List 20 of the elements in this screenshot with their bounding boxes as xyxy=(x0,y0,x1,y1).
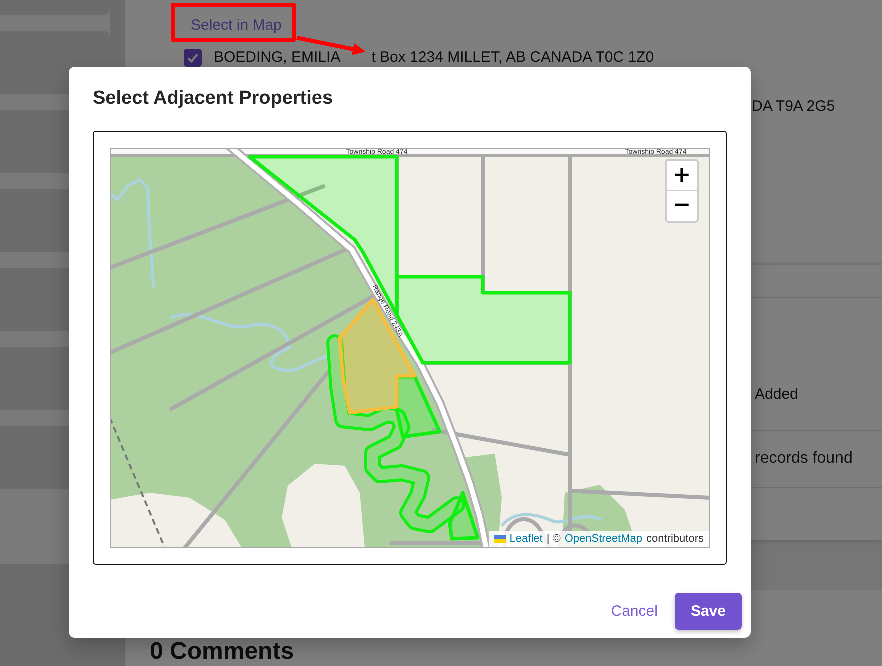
flag-icon xyxy=(494,535,506,543)
owner-address: t Box 1234 MILLET, AB CANADA T0C 1Z0 xyxy=(372,50,654,66)
owner-address: DA T9A 2G5 xyxy=(752,98,836,116)
save-button[interactable]: Save xyxy=(674,593,742,630)
parcel-outline[interactable] xyxy=(448,491,480,541)
attribution-text: contributors xyxy=(646,532,704,547)
attribution-link[interactable]: Leaflet xyxy=(510,531,543,547)
check-icon xyxy=(187,52,199,64)
column-header: Added xyxy=(755,386,798,404)
empty-message: records found xyxy=(755,450,853,468)
checkbox[interactable] xyxy=(184,49,202,67)
cancel-button[interactable]: Cancel xyxy=(602,593,667,630)
parcel-outline[interactable] xyxy=(395,375,442,439)
zoom-in-button[interactable]: + xyxy=(667,161,697,191)
owner-name: BOEDING, EMILIA xyxy=(214,50,341,66)
attribution-link[interactable]: OpenStreetMap xyxy=(564,531,643,547)
attribution-text: | © xyxy=(546,532,561,547)
comments-heading: 0 Comments xyxy=(150,639,294,665)
select-in-map-link[interactable]: Select in Map xyxy=(175,9,298,43)
dialog-title: Select Adjacent Properties xyxy=(92,87,334,111)
